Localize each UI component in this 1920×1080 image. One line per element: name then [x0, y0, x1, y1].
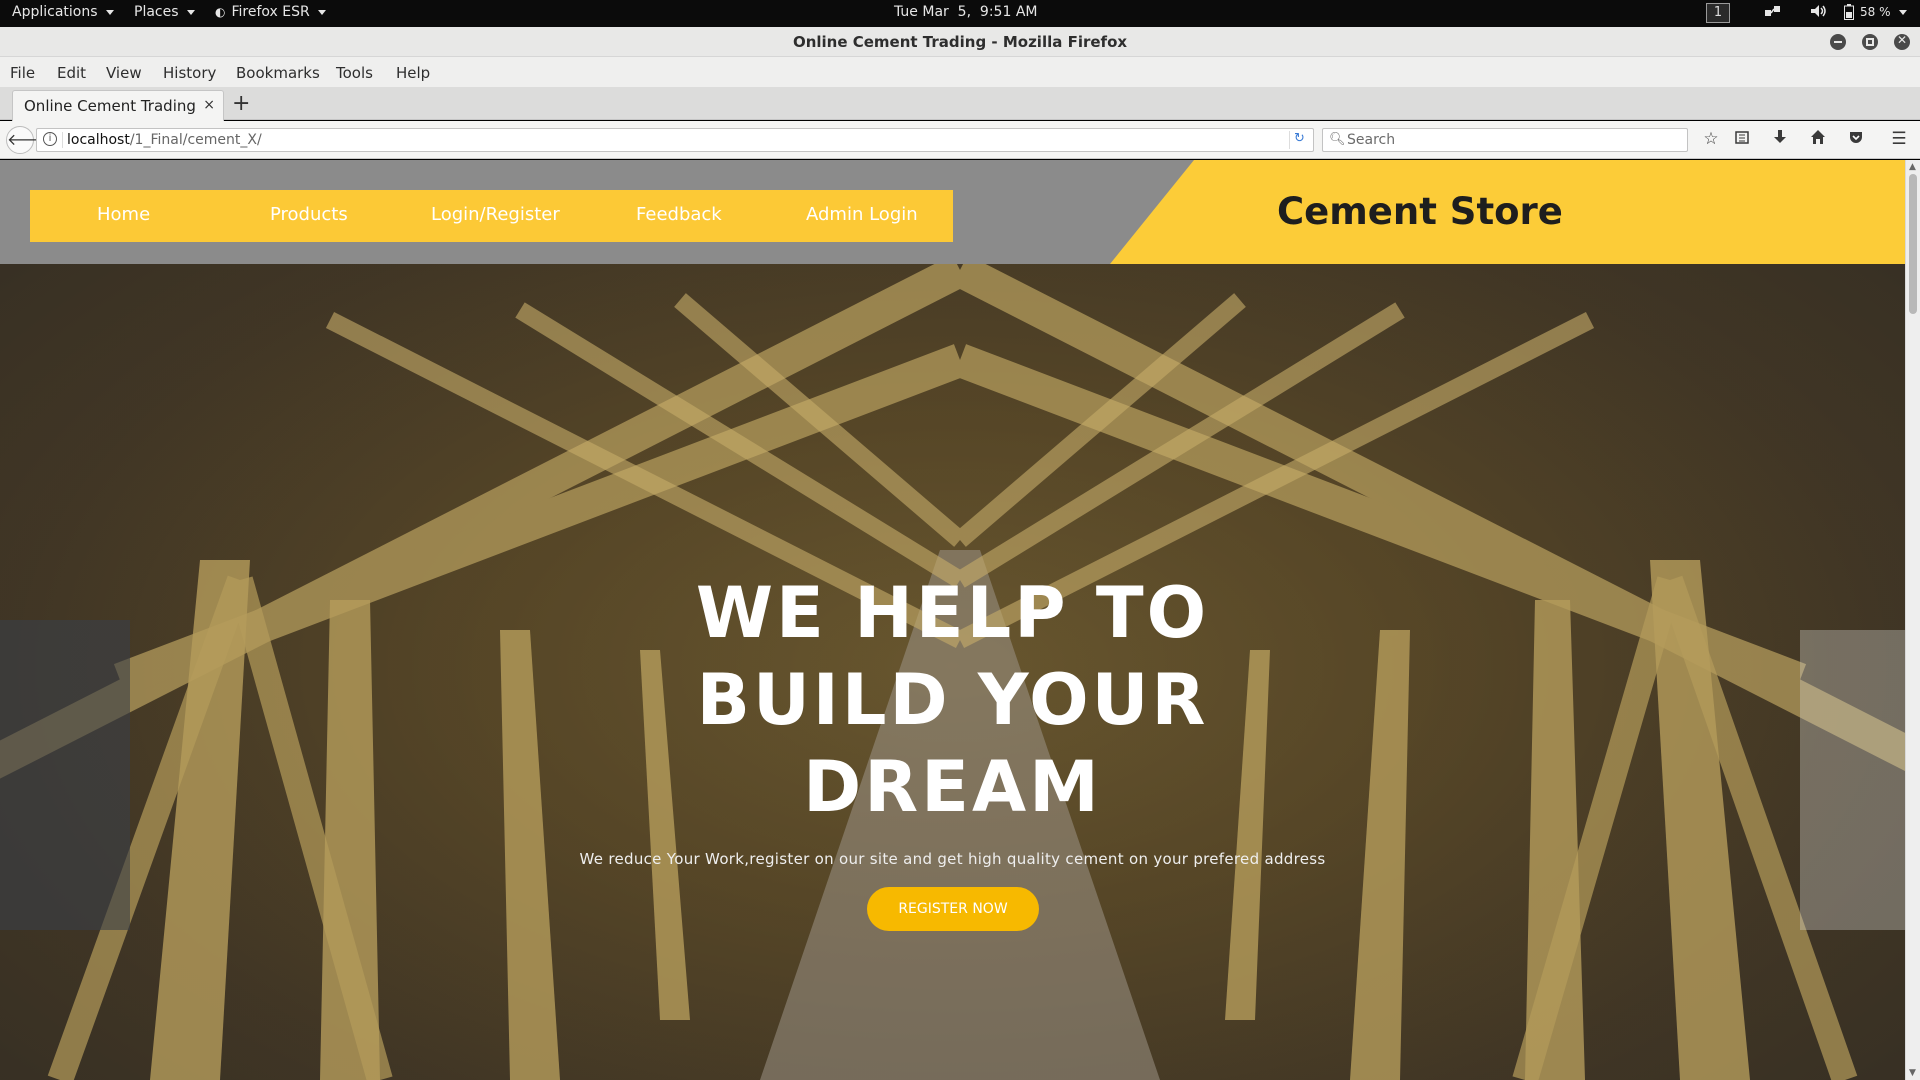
search-placeholder: Search [1347, 132, 1396, 148]
reload-icon: ↻ [1294, 131, 1305, 146]
scrollbar-thumb[interactable] [1909, 174, 1917, 314]
scroll-down-arrow-icon[interactable]: ▼ [1909, 1068, 1916, 1078]
window-titlebar[interactable]: Online Cement Trading - Mozilla Firefox … [0, 27, 1920, 57]
workspace-indicator[interactable]: 1 [1706, 3, 1730, 23]
system-top-bar: Applications Places ◐ Firefox ESR Tue Ma… [0, 0, 1920, 27]
navigation-toolbar: 🡐 i localhost/1_Final/cement_X/ ↻ 🔍︎ Sea… [0, 121, 1920, 159]
menu-help[interactable]: Help [396, 64, 430, 82]
minimize-icon [1834, 41, 1842, 43]
search-bar[interactable]: 🔍︎ Search [1322, 128, 1688, 152]
back-button[interactable]: 🡐 [6, 126, 50, 154]
hero-headline-line: BUILD YOUR [696, 659, 1209, 741]
search-icon: 🔍︎ [1329, 132, 1346, 147]
tab-strip: Online Cement Trading × + [0, 87, 1920, 121]
nav-feedback-link[interactable]: Feedback [636, 204, 722, 225]
close-window-button[interactable]: ✕ [1894, 33, 1910, 50]
nav-admin-login-link[interactable]: Admin Login [806, 204, 918, 225]
download-icon[interactable] [1769, 129, 1791, 150]
menu-edit[interactable]: Edit [57, 64, 86, 82]
firefox-icon: ◐ [215, 5, 226, 19]
url-text[interactable]: localhost/1_Final/cement_X/ [67, 132, 262, 148]
bookmark-star-icon[interactable]: ☆ [1700, 129, 1722, 149]
url-bar[interactable]: i localhost/1_Final/cement_X/ ↻ [36, 128, 1314, 152]
applications-menu[interactable]: Applications [12, 4, 114, 20]
url-path: /1_Final/cement_X/ [129, 132, 262, 148]
hero-headline-line: WE HELP TO [695, 572, 1210, 654]
nav-login-register-link[interactable]: Login/Register [431, 204, 560, 225]
hamburger-menu-icon[interactable]: ☰ [1888, 129, 1910, 149]
close-icon: ✕ [1896, 33, 1908, 47]
chevron-down-icon [317, 9, 326, 15]
reload-button[interactable]: ↻ [1289, 131, 1309, 149]
volume-icon[interactable] [1810, 4, 1828, 18]
site-brand[interactable]: Cement Store [1277, 190, 1563, 233]
menu-bookmarks[interactable]: Bookmarks [236, 64, 320, 82]
chevron-down-icon [186, 9, 195, 15]
places-label: Places [134, 4, 179, 20]
applications-label: Applications [12, 4, 98, 20]
hero-headline: WE HELP TO BUILD YOUR DREAM [600, 570, 1305, 831]
nav-home-link[interactable]: Home [97, 204, 150, 225]
maximize-button[interactable] [1862, 34, 1878, 50]
tab-online-cement-trading[interactable]: Online Cement Trading × [12, 90, 224, 121]
url-divider [62, 132, 63, 148]
firefox-app-menu[interactable]: ◐ Firefox ESR [215, 4, 326, 20]
tab-label: Online Cement Trading [24, 97, 196, 115]
tab-close-icon[interactable]: × [203, 97, 215, 113]
window-title: Online Cement Trading - Mozilla Firefox [792, 33, 1128, 51]
hero-headline-line: DREAM [803, 746, 1102, 828]
menu-view[interactable]: View [106, 64, 142, 82]
site-nav: Home Products Login/Register Feedback Ad… [30, 190, 953, 242]
chevron-down-icon [1898, 9, 1907, 15]
brand-banner: Cement Store [1110, 160, 1905, 264]
page-scrollbar[interactable]: ▲ ▼ [1905, 160, 1920, 1080]
reading-list-icon[interactable] [1731, 129, 1753, 150]
menu-history[interactable]: History [163, 64, 216, 82]
scroll-up-arrow-icon[interactable]: ▲ [1909, 162, 1916, 172]
battery-percent: 58 % [1860, 5, 1891, 19]
menu-tools[interactable]: Tools [336, 64, 373, 82]
chevron-down-icon [105, 9, 114, 15]
minimize-button[interactable] [1830, 34, 1846, 50]
places-menu[interactable]: Places [134, 4, 195, 20]
clock-text: Tue Mar 5, 9:51 AM [894, 4, 1038, 20]
maximize-icon [1866, 38, 1874, 46]
home-icon[interactable] [1807, 129, 1829, 150]
firefox-app-label: Firefox ESR [231, 4, 310, 20]
network-icon[interactable] [1764, 4, 1782, 18]
battery-status[interactable]: 58 % [1844, 4, 1907, 20]
hero-subtitle: We reduce Your Work,register on our site… [579, 850, 1326, 868]
new-tab-button[interactable]: + [232, 91, 250, 116]
web-page: Home Products Login/Register Feedback Ad… [0, 160, 1905, 1080]
menu-bar: File Edit View History Bookmarks Tools H… [0, 57, 1920, 87]
register-now-button[interactable]: REGISTER NOW [867, 887, 1039, 931]
menu-file[interactable]: File [10, 64, 35, 82]
site-info-icon[interactable]: i [43, 132, 57, 146]
nav-products-link[interactable]: Products [270, 204, 348, 225]
pocket-icon[interactable] [1845, 129, 1867, 150]
clock[interactable]: Tue Mar 5, 9:51 AM [894, 4, 1037, 20]
battery-icon [1844, 4, 1854, 20]
url-host: localhost [67, 132, 130, 148]
